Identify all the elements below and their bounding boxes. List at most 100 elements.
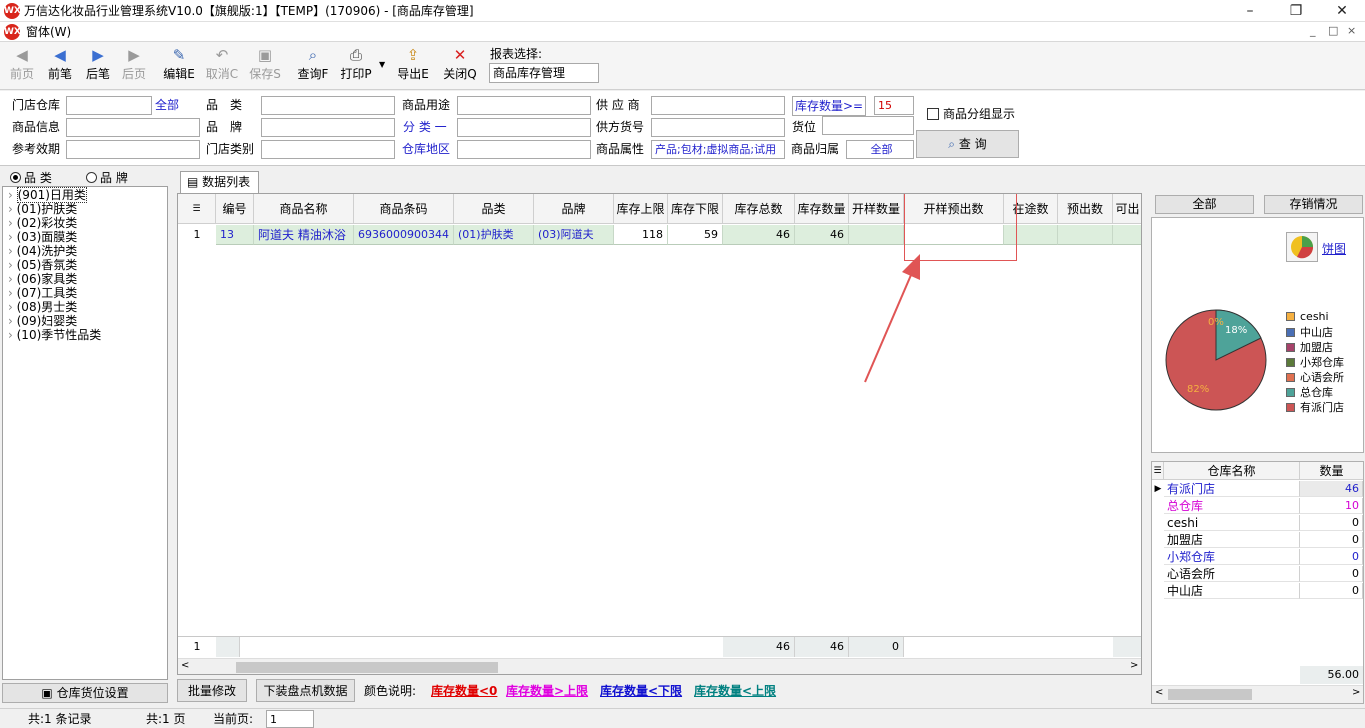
download-scanner-button[interactable]: 下装盘点机数据: [256, 679, 355, 702]
horizontal-scrollbar[interactable]: < >: [178, 658, 1141, 674]
table-cell-warehouse[interactable]: 有派门店: [1164, 481, 1300, 497]
tab-data-list[interactable]: ▤ 数据列表: [180, 171, 259, 193]
expand-icon[interactable]: ›: [8, 202, 17, 216]
close-button[interactable]: ✕ 关闭Q: [441, 45, 479, 87]
col-header[interactable]: 库存总数: [723, 194, 795, 224]
all-button[interactable]: 全部: [1155, 195, 1254, 214]
supplier-input[interactable]: [651, 96, 785, 115]
tree-item[interactable]: › (06)家具类: [8, 272, 77, 286]
query-submit-button[interactable]: ⌕ 查 询: [916, 130, 1019, 158]
warehouse-area-label[interactable]: 仓库地区: [402, 140, 450, 158]
table-cell-sample[interactable]: [849, 225, 904, 245]
store-type-input[interactable]: [261, 140, 395, 159]
tree-item[interactable]: › (05)香氛类: [8, 258, 77, 272]
print-button[interactable]: ⎙ 打印P: [337, 45, 375, 87]
expand-icon[interactable]: ›: [8, 328, 17, 342]
table-cell-preout[interactable]: [1058, 225, 1113, 245]
pie-chart-link[interactable]: 饼图: [1322, 240, 1346, 257]
radio-brand[interactable]: [86, 172, 97, 183]
radio-category[interactable]: [10, 172, 21, 183]
table-cell-warehouse[interactable]: 小郑仓库: [1164, 549, 1300, 565]
product-attr-input[interactable]: 产品;包材;虚拟商品;试用: [651, 140, 785, 159]
table-cell-category[interactable]: (01)护肤类: [454, 225, 534, 245]
mdi-close-icon[interactable]: ×: [1347, 24, 1356, 37]
col-header[interactable]: 库存下限: [668, 194, 723, 224]
location-input[interactable]: [822, 116, 914, 135]
expand-icon[interactable]: ›: [8, 216, 17, 230]
menu-window[interactable]: 窗体(W): [26, 22, 71, 42]
table-cell-name[interactable]: 阿道夫 精油沐浴: [254, 225, 354, 245]
col-header[interactable]: 商品名称: [254, 194, 354, 224]
table-cell-qty[interactable]: 46: [795, 225, 849, 245]
table-cell-warehouse[interactable]: 中山店: [1164, 583, 1300, 599]
table-cell-qty[interactable]: 46: [1300, 481, 1363, 497]
table-cell-qty[interactable]: 0: [1300, 566, 1363, 582]
ref-validity-input[interactable]: [66, 140, 200, 159]
export-button[interactable]: ⇪ 导出E: [394, 45, 432, 87]
store-warehouse-input[interactable]: [66, 96, 152, 115]
table-cell-barcode[interactable]: 6936000900344: [354, 225, 454, 245]
table-cell-id[interactable]: 13: [216, 225, 254, 245]
all-stores-link[interactable]: 全部: [155, 96, 179, 114]
tree-item[interactable]: › (09)妇婴类: [8, 314, 77, 328]
save-button[interactable]: ▣ 保存S: [246, 45, 284, 87]
tree-item[interactable]: › (07)工具类: [8, 286, 77, 300]
expand-icon[interactable]: ›: [8, 314, 17, 328]
location-settings-button[interactable]: ▣ 仓库货位设置: [2, 683, 168, 703]
expand-icon[interactable]: ›: [8, 258, 17, 272]
table-cell-qty[interactable]: 10: [1300, 498, 1363, 514]
print-dropdown-icon[interactable]: ▼: [379, 60, 385, 69]
expand-icon[interactable]: ›: [8, 244, 17, 258]
prev-record-button[interactable]: ◀ 前笔: [42, 45, 78, 87]
expand-icon[interactable]: ›: [8, 230, 17, 244]
tree-item[interactable]: › (02)彩妆类: [8, 216, 77, 230]
brand-input[interactable]: [261, 118, 395, 137]
group-display-checkbox[interactable]: [927, 108, 939, 120]
tree-item[interactable]: › (01)护肤类: [8, 202, 77, 216]
scroll-thumb[interactable]: [236, 662, 498, 673]
col-header[interactable]: 预出数: [1058, 194, 1113, 224]
stock-qty-input[interactable]: 15: [874, 96, 914, 115]
query-button[interactable]: ⌕ 查询F: [294, 45, 332, 87]
expand-icon[interactable]: ›: [8, 272, 17, 286]
table-cell-lower[interactable]: 59: [668, 225, 723, 245]
col-header[interactable]: 品牌: [534, 194, 614, 224]
first-page-button[interactable]: ◀ 前页: [4, 45, 40, 87]
table-cell-brand[interactable]: (03)阿道夫: [534, 225, 614, 245]
scroll-right-icon[interactable]: >: [1130, 660, 1138, 671]
report-select-field[interactable]: 商品库存管理: [489, 63, 599, 83]
col-header[interactable]: 可出: [1113, 194, 1141, 224]
current-page-input[interactable]: 1: [266, 710, 314, 728]
col-header[interactable]: 库存上限: [614, 194, 668, 224]
product-use-input[interactable]: [457, 96, 591, 115]
tree-item[interactable]: › (10)季节性品类: [8, 328, 101, 342]
col-quantity[interactable]: 数量: [1300, 462, 1363, 480]
table-cell-qty[interactable]: 0: [1300, 532, 1363, 548]
table-cell-warehouse[interactable]: 总仓库: [1164, 498, 1300, 514]
scroll-left-icon[interactable]: <: [1155, 687, 1163, 698]
maximize-icon[interactable]: ❐: [1273, 0, 1319, 22]
table-cell-qty[interactable]: 0: [1300, 515, 1363, 531]
mdi-restore-icon[interactable]: □: [1328, 24, 1338, 37]
col-header[interactable]: 商品条码: [354, 194, 454, 224]
tree-item[interactable]: › (03)面膜类: [8, 230, 77, 244]
cancel-button[interactable]: ↶ 取消C: [203, 45, 241, 87]
expand-icon[interactable]: ›: [8, 286, 17, 300]
table-cell-total[interactable]: 46: [723, 225, 795, 245]
stock-qty-label[interactable]: 库存数量>=: [792, 96, 867, 116]
tree-item[interactable]: › (901)日用类: [8, 187, 87, 203]
tree-item[interactable]: › (04)洗护类: [8, 244, 77, 258]
expand-icon[interactable]: ›: [8, 300, 17, 314]
col-header[interactable]: 开样数量: [849, 194, 904, 224]
table-cell-qty[interactable]: 0: [1300, 583, 1363, 599]
table-cell-warehouse[interactable]: 加盟店: [1164, 532, 1300, 548]
product-owner-input[interactable]: 全部: [846, 140, 914, 159]
supplier-sku-input[interactable]: [651, 118, 785, 137]
col-warehouse-name[interactable]: 仓库名称: [1164, 462, 1300, 480]
table-cell-upper[interactable]: 118: [614, 225, 668, 245]
sales-status-button[interactable]: 存销情况: [1264, 195, 1363, 214]
table-hscrollbar[interactable]: < >: [1152, 685, 1363, 703]
minimize-icon[interactable]: –: [1227, 0, 1273, 22]
close-window-icon[interactable]: ✕: [1319, 0, 1365, 22]
next-record-button[interactable]: ▶ 后笔: [80, 45, 116, 87]
